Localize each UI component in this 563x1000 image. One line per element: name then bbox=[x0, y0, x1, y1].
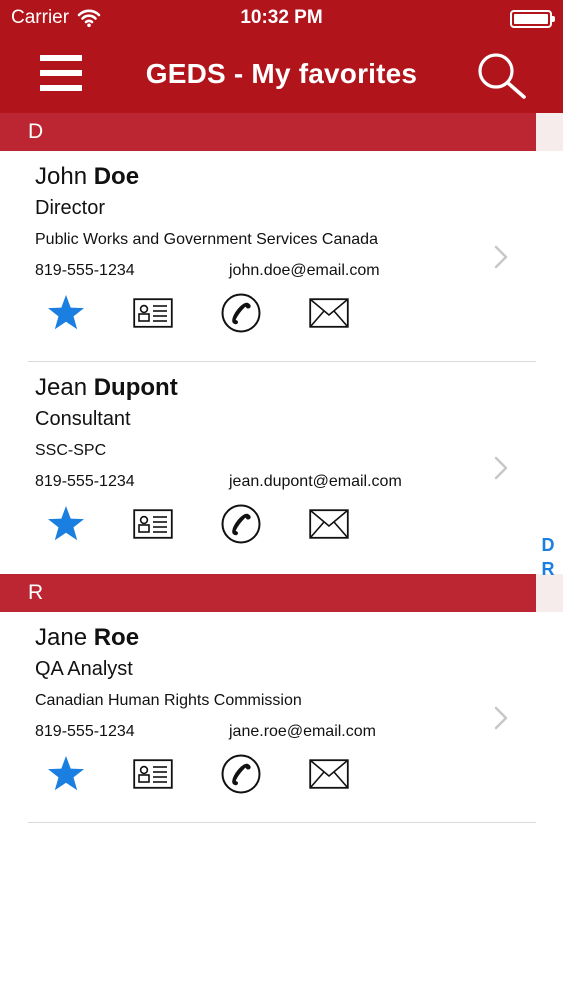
index-letter-r[interactable]: R bbox=[538, 557, 558, 581]
contact-card-button[interactable] bbox=[132, 292, 174, 334]
row-divider bbox=[28, 822, 536, 823]
favorite-button[interactable] bbox=[45, 503, 87, 545]
contact-first-name: Jane bbox=[35, 624, 88, 651]
contact-organization: Canadian Human Rights Commission bbox=[35, 692, 302, 709]
contact-row[interactable]: John Doe Director Public Works and Gover… bbox=[0, 151, 536, 362]
call-button[interactable] bbox=[220, 503, 262, 545]
email-button[interactable] bbox=[308, 753, 350, 795]
chevron-right-icon bbox=[494, 456, 508, 480]
contact-name: John Doe bbox=[35, 163, 139, 191]
contact-last-name: Dupont bbox=[93, 374, 178, 401]
contact-first-name: John bbox=[35, 163, 88, 190]
mail-icon bbox=[309, 759, 349, 789]
index-letter-d[interactable]: D bbox=[538, 533, 558, 557]
contact-title: Consultant bbox=[35, 408, 131, 430]
status-bar: Carrier 10:32 PM bbox=[0, 0, 563, 38]
contact-card-icon bbox=[133, 298, 173, 328]
star-icon bbox=[48, 295, 84, 330]
favorite-button[interactable] bbox=[45, 753, 87, 795]
contact-card-button[interactable] bbox=[132, 753, 174, 795]
contact-phone: 819-555-1234 bbox=[35, 723, 135, 740]
clock: 10:32 PM bbox=[240, 7, 323, 28]
phone-icon bbox=[221, 754, 261, 794]
star-icon bbox=[48, 506, 84, 541]
battery-icon bbox=[510, 10, 555, 28]
section-header-d: D bbox=[0, 113, 536, 151]
email-button[interactable] bbox=[308, 503, 350, 545]
contact-name: Jean Dupont bbox=[35, 374, 178, 402]
contact-organization: Public Works and Government Services Can… bbox=[35, 231, 378, 248]
navigation-bar: Carrier 10:32 PM GEDS - My favorites bbox=[0, 0, 563, 113]
contact-email: john.doe@email.com bbox=[229, 262, 380, 279]
contact-card-icon bbox=[133, 509, 173, 539]
section-index[interactable]: D R bbox=[538, 533, 558, 581]
contact-row[interactable]: Jane Roe QA Analyst Canadian Human Right… bbox=[0, 612, 536, 823]
chevron-right-icon bbox=[494, 245, 508, 269]
email-button[interactable] bbox=[308, 292, 350, 334]
contact-phone: 819-555-1234 bbox=[35, 473, 135, 490]
contact-actions bbox=[0, 503, 536, 547]
search-button[interactable] bbox=[473, 50, 529, 100]
call-button[interactable] bbox=[220, 753, 262, 795]
contact-card-icon bbox=[133, 759, 173, 789]
mail-icon bbox=[309, 298, 349, 328]
contact-last-name: Roe bbox=[93, 624, 140, 651]
contact-organization: SSC-SPC bbox=[35, 442, 107, 459]
favorite-button[interactable] bbox=[45, 292, 87, 334]
contact-phone: 819-555-1234 bbox=[35, 262, 135, 279]
section-header-r: R bbox=[0, 574, 536, 612]
contact-row[interactable]: Jean Dupont Consultant SSC-SPC 819-555-1… bbox=[0, 362, 536, 573]
contact-email: jean.dupont@email.com bbox=[229, 473, 402, 490]
contact-title: QA Analyst bbox=[35, 658, 133, 680]
chevron-right-icon bbox=[494, 706, 508, 730]
contact-name: Jane Roe bbox=[35, 624, 139, 652]
star-icon bbox=[48, 756, 84, 791]
call-button[interactable] bbox=[220, 292, 262, 334]
contact-actions bbox=[0, 753, 536, 797]
contact-last-name: Doe bbox=[93, 163, 140, 190]
mail-icon bbox=[309, 509, 349, 539]
contact-actions bbox=[0, 292, 536, 336]
phone-icon bbox=[221, 504, 261, 544]
contact-title: Director bbox=[35, 197, 106, 219]
contact-first-name: Jean bbox=[35, 374, 88, 401]
contact-email: jane.roe@email.com bbox=[229, 723, 376, 740]
contact-card-button[interactable] bbox=[132, 503, 174, 545]
search-icon bbox=[478, 53, 526, 99]
phone-icon bbox=[221, 293, 261, 333]
